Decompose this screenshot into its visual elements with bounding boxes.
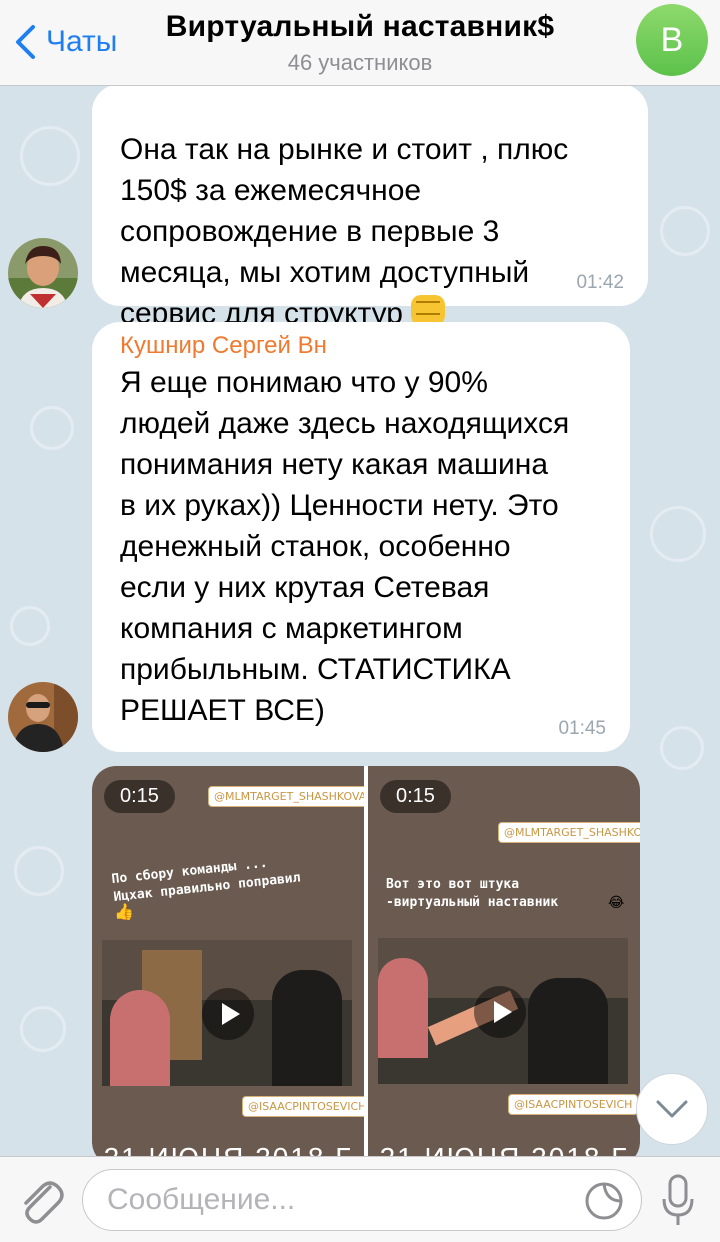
sender-avatar[interactable] xyxy=(8,682,78,752)
man-avatar-icon xyxy=(8,682,78,752)
paperclip-icon[interactable] xyxy=(16,1175,64,1225)
video-frame xyxy=(378,938,628,1084)
sender-name[interactable]: Кушнир Сергей Вн xyxy=(120,322,602,360)
thumbs-up-icon: 👍 xyxy=(114,904,134,921)
message-time: 01:42 xyxy=(576,272,624,293)
message-input-bar xyxy=(0,1156,720,1242)
sticker-icon[interactable] xyxy=(584,1181,624,1221)
message-text: Она так на рынке и стоит , плюс 150$ за … xyxy=(120,84,620,334)
message-time: 01:45 xyxy=(558,718,606,739)
video-album: 0:15 @MLMTARGET_SHASHKOVA По сбору коман… xyxy=(92,766,640,1166)
scroll-down-button[interactable] xyxy=(636,1073,708,1145)
message-bubble[interactable]: Она так на рынке и стоит , плюс 150$ за … xyxy=(92,84,648,330)
message-bubble[interactable]: Кушнир Сергей Вн Я еще понимаю что у 90%… xyxy=(92,322,630,752)
laughing-emoji-icon: 😂 xyxy=(608,894,625,910)
video-message[interactable]: 0:15 @MLMTARGET_SHASHKOVA По сбору коман… xyxy=(92,766,364,1166)
chat-title-area[interactable]: Виртуальный наставник$ 46 участников xyxy=(0,10,720,76)
message-text: Я еще понимаю что у 90% людей даже здесь… xyxy=(120,366,570,727)
microphone-icon[interactable] xyxy=(660,1173,696,1229)
sender-avatar[interactable] xyxy=(8,238,78,308)
chat-subtitle: 46 участников xyxy=(287,50,433,75)
chat-title: Виртуальный наставник$ xyxy=(165,10,555,43)
chat-avatar[interactable]: В xyxy=(636,4,708,76)
video-duration: 0:15 xyxy=(104,780,175,813)
video-caption: По сбору команды ... Ицхак правильно поп… xyxy=(110,855,302,905)
video-message[interactable]: 0:15 @MLMTARGET_SHASHKOVA Вот это вот шт… xyxy=(368,766,640,1166)
video-duration: 0:15 xyxy=(380,780,451,813)
play-icon[interactable] xyxy=(474,986,526,1038)
play-icon[interactable] xyxy=(202,988,254,1040)
video-tag-top: @MLMTARGET_SHASHKOVA xyxy=(208,786,364,807)
video-tag-bottom: @ISAACPINTOSEVICH xyxy=(508,1094,639,1115)
woman-avatar-icon xyxy=(8,238,78,308)
chat-header: Чаты Виртуальный наставник$ 46 участнико… xyxy=(0,0,720,86)
message-input[interactable] xyxy=(82,1169,642,1231)
video-tag-bottom: @ISAACPINTOSEVICH xyxy=(242,1096,364,1117)
chevron-down-icon xyxy=(656,1100,688,1118)
message-body: Она так на рынке и стоит , плюс 150$ за … xyxy=(120,133,569,330)
video-frame xyxy=(102,940,352,1086)
video-caption: Вот это вот штука -виртуальный наставник xyxy=(386,877,559,910)
video-tag-top: @MLMTARGET_SHASHKOVA xyxy=(498,822,640,843)
